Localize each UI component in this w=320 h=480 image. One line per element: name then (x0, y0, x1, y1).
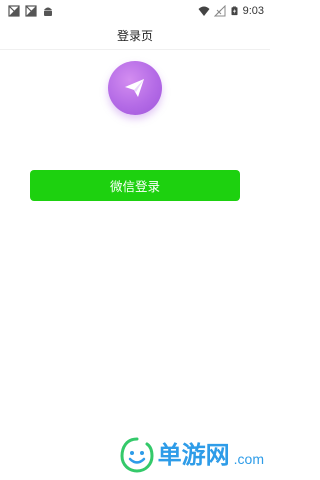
status-bar-left (8, 5, 54, 17)
header: 登录页 (0, 22, 270, 50)
watermark-brand: 单游网 (157, 441, 230, 469)
status-bar: 9:03 (0, 0, 270, 22)
wechat-login-button[interactable]: 微信登录 (30, 170, 240, 201)
paper-plane-icon (125, 79, 144, 97)
sim-blocked-icon (8, 5, 20, 17)
page-title: 登录页 (116, 29, 153, 43)
watermark: 单游网 .com (120, 430, 264, 474)
status-time: 9:03 (242, 5, 264, 17)
app-logo (108, 61, 162, 115)
status-bar-right: 9:03 (198, 5, 264, 17)
wifi-icon (198, 6, 210, 16)
sim-blocked-icon (25, 5, 37, 17)
smiley-logo-icon (120, 437, 154, 473)
watermark-suffix: .com (233, 451, 264, 467)
no-signal-icon (213, 5, 226, 17)
android-notification-icon (44, 7, 52, 16)
battery-charging-icon (231, 6, 238, 16)
